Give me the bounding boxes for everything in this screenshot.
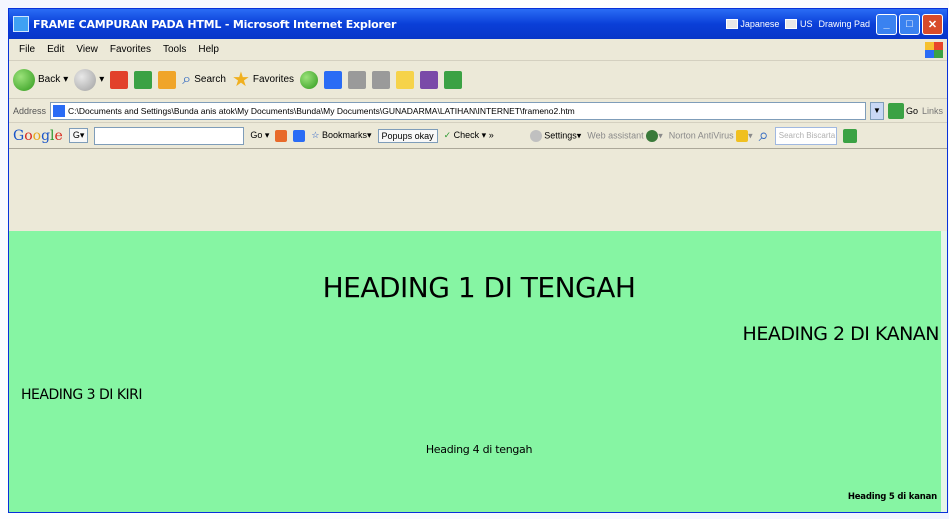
google-search-input[interactable] [94, 126, 245, 145]
address-input[interactable]: C:\Documents and Settings\Bunda anis ato… [50, 101, 866, 120]
google-toolbar: Google G▾ Go ▾ ☆ Bookmarks▾ Popups okay … [9, 123, 947, 149]
web-assistant-button[interactable]: Web assistant ▾ [587, 129, 663, 142]
ime-japanese-label: Japanese [740, 18, 780, 29]
google-go-label: Go [250, 130, 263, 140]
search-label: Search [194, 74, 226, 85]
folder-icon[interactable] [396, 70, 415, 89]
ime-japanese[interactable]: Japanese [725, 18, 780, 30]
settings-label: Settings [544, 129, 577, 140]
stop-icon[interactable] [110, 70, 129, 89]
page-content: HEADING 1 DI TENGAH HEADING 2 DI KANAN H… [9, 231, 947, 512]
menu-view[interactable]: View [70, 44, 104, 55]
address-label: Address [13, 105, 47, 116]
refresh-icon[interactable] [134, 70, 153, 89]
google-logo-o1: o [24, 127, 33, 144]
go-arrow-icon [887, 102, 904, 119]
address-dropdown[interactable]: ▼ [869, 101, 884, 120]
favorites-label: Favorites [252, 74, 295, 85]
ime-us[interactable]: US [785, 19, 812, 30]
settings-button[interactable]: Settings▾ [529, 129, 581, 142]
search-button[interactable]: ⌕ Search [182, 71, 226, 89]
menu-tools[interactable]: Tools [157, 44, 192, 55]
spellcheck-icon: ✓ [443, 130, 452, 140]
popups-button[interactable]: Popups okay [377, 128, 438, 143]
menu-file[interactable]: File [13, 44, 41, 55]
ime-icon [725, 19, 738, 30]
favorites-star-icon: ★ [231, 68, 250, 91]
menu-edit[interactable]: Edit [41, 44, 70, 55]
language-tray: Japanese US Drawing Pad [725, 18, 870, 30]
norton-label: Norton AntiVirus [668, 129, 734, 140]
check-button[interactable]: ✓ Check ▾ » [444, 130, 494, 141]
ime-drawing-pad[interactable]: Drawing Pad [818, 19, 870, 29]
mail-icon[interactable] [324, 70, 343, 89]
search-magnifier-icon: ⌕ [758, 125, 769, 145]
google-logo-g2: g [41, 127, 51, 144]
heading-4-center: Heading 4 di tengah [425, 443, 533, 456]
google-menu-button[interactable]: G▾ [68, 128, 89, 143]
ime-us-label: US [799, 18, 813, 29]
title-bar[interactable]: FRAME CAMPURAN PADA HTML - Microsoft Int… [9, 9, 947, 39]
menu-help[interactable]: Help [192, 44, 225, 55]
check-label: Check [453, 130, 480, 140]
bookmarks-button[interactable]: ☆ Bookmarks▾ [311, 130, 371, 141]
heading-3-left: HEADING 3 DI KIRI [21, 387, 143, 403]
google-go-button[interactable]: Go ▾ [250, 130, 269, 141]
minimize-button[interactable]: _ [876, 13, 897, 35]
messenger-icon[interactable] [444, 70, 463, 89]
blogger-icon[interactable] [293, 129, 306, 142]
vertical-scrollbar[interactable] [941, 231, 947, 512]
forward-button[interactable]: ▾ [74, 68, 104, 91]
menu-bar: File Edit View Favorites Tools Help [9, 39, 947, 61]
bookmarks-label: Bookmarks [322, 130, 368, 140]
popups-label: Popups okay [381, 130, 434, 141]
google-logo-o2: o [32, 127, 42, 144]
google-logo-g1: G [13, 127, 25, 144]
more-label: » [488, 130, 494, 140]
keyboard-icon [785, 19, 798, 30]
windows-logo-icon [925, 41, 943, 58]
history-icon[interactable] [300, 70, 319, 89]
globe-icon [646, 129, 659, 142]
forward-arrow-icon [74, 68, 97, 91]
norton-button[interactable]: Norton AntiVirus ▾ [668, 129, 753, 142]
google-logo: Google [13, 128, 63, 144]
heading-5-right: Heading 5 di kanan [847, 492, 937, 502]
home-icon[interactable] [158, 70, 177, 89]
pagerank-icon[interactable] [275, 129, 288, 142]
menu-favorites[interactable]: Favorites [104, 44, 157, 55]
page-icon [53, 104, 66, 117]
google-g-label: G [72, 130, 80, 140]
ie-icon [13, 16, 29, 32]
search-go-icon[interactable] [842, 128, 857, 143]
heading-1-center: HEADING 1 DI TENGAH [322, 271, 636, 304]
google-logo-e: e [54, 127, 63, 144]
web-assistant-label: Web assistant [587, 129, 644, 140]
address-bar: Address C:\Documents and Settings\Bunda … [9, 99, 947, 123]
standard-toolbar: Back ▾ ▾ ⌕ Search ★ Favorites [9, 61, 947, 99]
go-label: Go [905, 105, 918, 116]
settings-icon [529, 129, 542, 142]
norton-icon [736, 129, 749, 142]
biscarta-search-input[interactable]: Search Biscarta [774, 126, 837, 145]
maximize-button[interactable]: □ [899, 13, 920, 35]
back-label: Back [38, 74, 61, 85]
go-button[interactable]: Go [887, 102, 918, 119]
address-url: C:\Documents and Settings\Bunda anis ato… [68, 105, 575, 116]
back-arrow-icon [13, 68, 35, 91]
heading-2-right: HEADING 2 DI KANAN [742, 323, 940, 345]
favorites-button[interactable]: ★ Favorites [232, 70, 294, 90]
search-icon: ⌕ [182, 70, 192, 88]
browser-window: FRAME CAMPURAN PADA HTML - Microsoft Int… [8, 8, 948, 513]
close-button[interactable]: ✕ [922, 13, 943, 35]
links-button[interactable]: Links [922, 106, 943, 116]
back-button[interactable]: Back ▾ [13, 68, 68, 91]
window-title: FRAME CAMPURAN PADA HTML - Microsoft Int… [33, 17, 397, 31]
research-icon[interactable] [420, 70, 439, 89]
drawing-pad-label: Drawing Pad [818, 19, 870, 29]
edit-icon[interactable] [372, 70, 391, 89]
bookmark-star-icon: ☆ [311, 130, 320, 140]
print-icon[interactable] [348, 70, 367, 89]
